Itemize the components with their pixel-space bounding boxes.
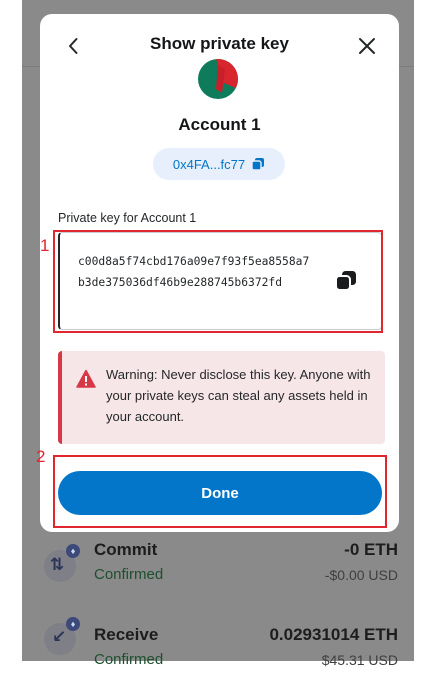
transaction-amount: 0.02931014 ETH (269, 625, 398, 644)
annotation-box (53, 230, 383, 333)
annotation-box (53, 455, 387, 528)
address-copy-chip[interactable]: 0x4FA...fc77 (153, 148, 285, 180)
warning-banner: Warning: Never disclose this key. Anyone… (58, 351, 385, 444)
transaction-title: Commit (94, 540, 158, 559)
warning-icon (76, 369, 96, 388)
transaction-title: Receive (94, 625, 159, 644)
swap-arrows-icon: ⇅ (50, 555, 65, 574)
transaction-row[interactable]: ⇅ ♦ Commit Confirmed -0 ETH -$0.00 USD (22, 530, 414, 600)
modal-title: Show private key (150, 34, 289, 53)
transaction-status: Confirmed (94, 566, 164, 583)
warning-text: Warning: Never disclose this key. Anyone… (106, 367, 371, 424)
account-address: 0x4FA...fc77 (172, 156, 246, 172)
annotation-label: 2 (36, 447, 46, 466)
transaction-amount: -0 ETH (344, 540, 398, 559)
transaction-fiat: -$0.00 USD (324, 567, 398, 583)
account-name: Account 1 (178, 115, 261, 134)
eth-network-icon: ♦ (66, 617, 80, 631)
eth-network-icon: ♦ (66, 544, 80, 558)
annotation-label: 1 (40, 236, 50, 255)
private-key-label: Private key for Account 1 (58, 211, 197, 225)
transaction-fiat: $45.31 USD (321, 652, 398, 668)
close-button[interactable] (355, 34, 379, 58)
copy-icon (251, 158, 265, 171)
transaction-row[interactable]: ↙ ♦ Receive Confirmed 0.02931014 ETH $45… (22, 615, 414, 685)
close-icon (359, 38, 375, 54)
account-avatar (198, 59, 238, 99)
transaction-status: Confirmed (94, 651, 164, 668)
arrow-down-left-icon: ↙ (52, 627, 67, 646)
